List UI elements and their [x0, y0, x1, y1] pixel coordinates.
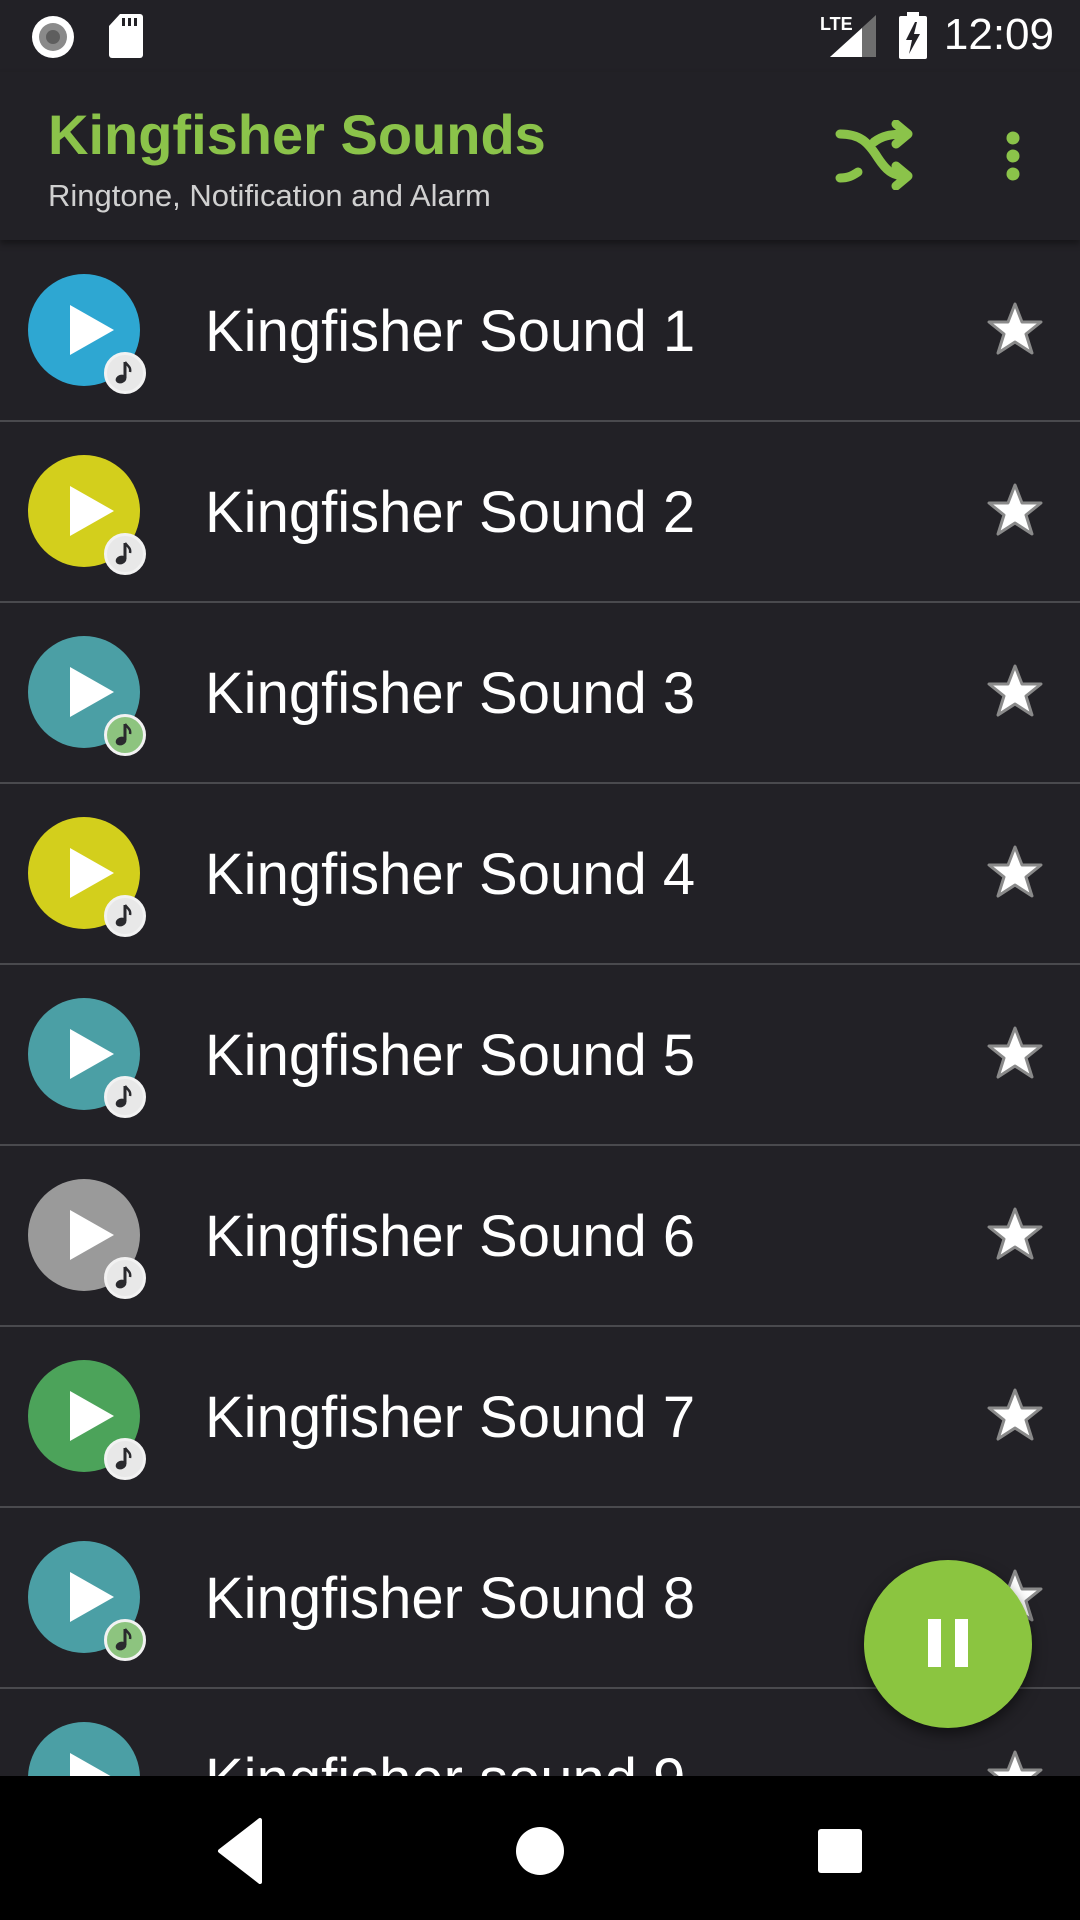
overflow-menu-button[interactable] — [990, 120, 1036, 200]
sound-list[interactable]: Kingfisher Sound 1 Kingfisher Sound 2 Ki… — [0, 240, 1080, 1776]
sound-title: Kingfisher Sound 4 — [205, 842, 696, 907]
ringtone-badge — [104, 895, 146, 937]
music-note-icon — [115, 1628, 132, 1651]
star-icon — [987, 302, 1043, 355]
ringtone-badge — [104, 714, 146, 756]
sound-title: Kingfisher Sound 8 — [205, 1566, 696, 1631]
favorite-button[interactable] — [985, 1024, 1045, 1084]
sound-title: Kingfisher Sound 1 — [205, 299, 696, 364]
system-nav-bar — [0, 1776, 1080, 1920]
music-note-icon — [115, 1266, 132, 1289]
recents-icon — [818, 1829, 862, 1873]
sound-title: Kingfisher sound 9 — [205, 1746, 685, 1776]
status-bar: LTE 12:09 — [0, 0, 1080, 72]
sound-list-item[interactable]: Kingfisher Sound 2 — [0, 421, 1080, 603]
music-note-icon — [115, 723, 132, 746]
favorite-button[interactable] — [985, 300, 1045, 360]
star-icon — [987, 483, 1043, 536]
lte-signal-icon: LTE — [820, 14, 876, 57]
favorite-button[interactable] — [985, 1748, 1045, 1776]
back-icon — [218, 1818, 262, 1884]
favorite-button[interactable] — [985, 662, 1045, 722]
sound-title: Kingfisher Sound 6 — [205, 1204, 696, 1269]
sound-list-item[interactable]: Kingfisher Sound 3 — [0, 602, 1080, 784]
star-icon — [987, 1207, 1043, 1260]
recents-button[interactable] — [800, 1816, 880, 1886]
sound-title: Kingfisher Sound 7 — [205, 1385, 696, 1450]
favorite-button[interactable] — [985, 1205, 1045, 1265]
music-note-icon — [115, 542, 132, 565]
shuffle-button[interactable] — [830, 119, 920, 191]
sound-list-item[interactable]: Kingfisher Sound 4 — [0, 783, 1080, 965]
ringtone-badge — [104, 1257, 146, 1299]
battery-charging-icon — [899, 12, 927, 59]
app-subtitle: Ringtone, Notification and Alarm — [48, 178, 491, 213]
star-icon — [987, 1750, 1043, 1776]
app-title: Kingfisher Sounds — [48, 103, 546, 166]
music-note-icon — [115, 361, 132, 384]
star-icon — [987, 1026, 1043, 1079]
favorite-button[interactable] — [985, 1386, 1045, 1446]
clock: 12:09 — [943, 10, 1054, 59]
ringtone-badge — [104, 533, 146, 575]
ringtone-badge — [104, 1619, 146, 1661]
sound-title: Kingfisher Sound 2 — [205, 480, 696, 545]
shuffle-icon — [835, 119, 913, 191]
music-note-icon — [115, 904, 132, 927]
ringtone-badge — [104, 1438, 146, 1480]
play-icon — [70, 1753, 111, 1776]
sound-list-item[interactable]: Kingfisher Sound 7 — [0, 1326, 1080, 1508]
star-icon — [987, 1388, 1043, 1441]
sound-title: Kingfisher Sound 3 — [205, 661, 696, 726]
record-icon — [32, 16, 74, 58]
star-icon — [987, 845, 1043, 898]
app-bar: Kingfisher Sounds Ringtone, Notification… — [0, 72, 1080, 240]
music-note-icon — [115, 1085, 132, 1108]
more-vert-icon — [1006, 131, 1020, 181]
sd-card-icon — [109, 14, 143, 58]
ringtone-badge — [104, 352, 146, 394]
network-type-label: LTE — [820, 14, 853, 34]
favorite-button[interactable] — [985, 843, 1045, 903]
sound-list-item[interactable]: Kingfisher Sound 1 — [0, 240, 1080, 422]
ringtone-badge — [104, 1076, 146, 1118]
back-button[interactable] — [200, 1816, 280, 1886]
sound-list-item[interactable]: Kingfisher Sound 6 — [0, 1145, 1080, 1327]
sound-title: Kingfisher Sound 5 — [205, 1023, 696, 1088]
home-icon — [516, 1827, 564, 1875]
favorite-button[interactable] — [985, 481, 1045, 541]
sound-list-item[interactable]: Kingfisher Sound 5 — [0, 964, 1080, 1146]
home-button[interactable] — [500, 1816, 580, 1886]
pause-fab[interactable] — [864, 1560, 1032, 1728]
star-icon — [987, 664, 1043, 717]
music-note-icon — [115, 1447, 132, 1470]
play-button[interactable] — [28, 1722, 140, 1776]
